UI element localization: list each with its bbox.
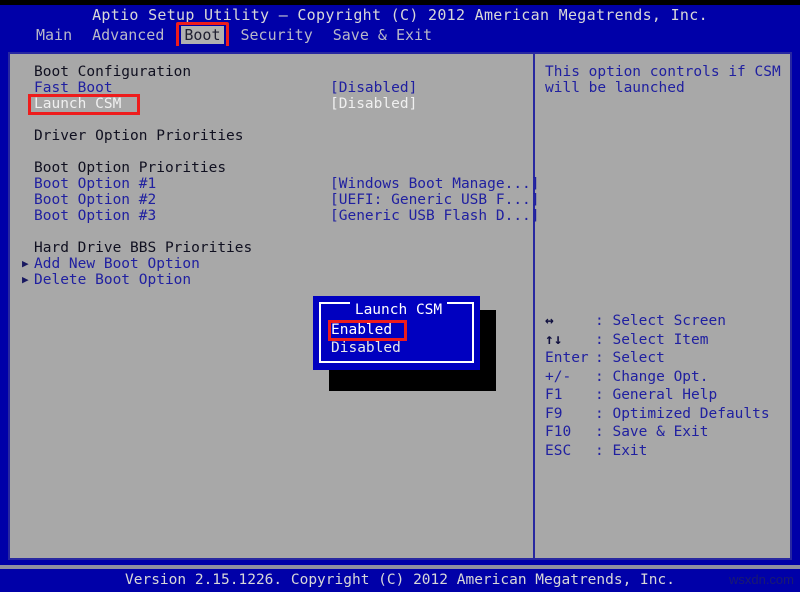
setting-row[interactable]: Hard Drive BBS Priorities [22, 240, 533, 256]
setting-row[interactable]: Boot Option #1[Windows Boot Manage...] [22, 176, 533, 192]
menu-tab-wrap-boot: Boot [181, 25, 223, 46]
menu-tab-wrap-advanced: Advanced [89, 25, 167, 46]
legend-action: Optimized Defaults [612, 405, 769, 424]
legend-action: Exit [612, 442, 647, 461]
setting-label: Add New Boot Option [34, 256, 200, 272]
section-heading: Boot Configuration [22, 64, 533, 80]
row-spacer [22, 144, 533, 160]
legend-action: Select Screen [612, 312, 726, 331]
setting-row[interactable]: Boot Option #3[Generic USB Flash D...] [22, 208, 533, 224]
setting-row[interactable]: Launch CSM [Disabled] [22, 96, 533, 112]
main-body: Boot ConfigurationFast Boot[Disabled]Lau… [0, 46, 800, 565]
tab-save-exit[interactable]: Save & Exit [330, 26, 435, 44]
legend-action: Save & Exit [612, 423, 708, 442]
setting-label: Hard Drive BBS Priorities [34, 240, 252, 256]
section-heading-label: Boot Option Priorities [34, 160, 226, 176]
section-heading-label: Boot Configuration [34, 64, 191, 80]
watermark: wsxdn.com [729, 572, 794, 588]
legend-key-icon: ↑↓ [545, 331, 595, 350]
legend-row: F1: General Help [545, 386, 785, 405]
row-spacer [22, 112, 533, 128]
legend-row: F10: Save & Exit [545, 423, 785, 442]
launch-csm-dialog: Launch CSM Enabled Disabled [313, 296, 480, 370]
legend-key-icon: ↔ [545, 312, 595, 331]
setting-row[interactable]: Fast Boot [Disabled] [22, 80, 533, 96]
legend-key: F9 [545, 405, 595, 424]
tab-boot[interactable]: Boot [181, 26, 223, 44]
legend-separator: : [595, 442, 612, 461]
setting-value[interactable]: [Disabled] [330, 80, 417, 96]
menu-bar: Main Advanced Boot Security Save & Exit [0, 25, 800, 46]
legend-key: +/- [545, 368, 595, 387]
legend-separator: : [595, 331, 612, 350]
legend-separator: : [595, 312, 612, 331]
setting-label: Boot Option #1 [34, 176, 156, 192]
dialog-option-enabled[interactable]: Enabled [331, 322, 392, 339]
dialog-frame: Launch CSM Enabled Disabled [319, 302, 474, 363]
legend-separator: : [595, 386, 612, 405]
window-title: Aptio Setup Utility – Copyright (C) 2012… [0, 5, 800, 25]
menu-tab-wrap-save-exit: Save & Exit [330, 25, 435, 46]
footer-separator [0, 565, 800, 569]
section-heading-label: Driver Option Priorities [34, 128, 244, 144]
dialog-title-text: Launch CSM [350, 302, 447, 318]
submenu-arrow-icon: ▶ [22, 272, 29, 288]
legend-action: General Help [612, 386, 717, 405]
menu-tab-wrap-security: Security [238, 25, 316, 46]
submenu-arrow-icon: ▶ [22, 256, 29, 272]
setting-value[interactable]: [Windows Boot Manage...] [330, 176, 540, 192]
legend-row: F9: Optimized Defaults [545, 405, 785, 424]
legend-separator: : [595, 423, 612, 442]
help-line: will be launched [545, 80, 790, 96]
dialog-title: Launch CSM [321, 302, 476, 318]
key-legend: ↔: Select Screen↑↓: Select ItemEnter: Se… [545, 312, 785, 460]
setting-row[interactable]: Boot Option #2[UEFI: Generic USB F...] [22, 192, 533, 208]
help-text: This option controls if CSMwill be launc… [545, 64, 790, 96]
tab-security[interactable]: Security [238, 26, 316, 44]
setting-value[interactable]: [Generic USB Flash D...] [330, 208, 540, 224]
legend-key: F10 [545, 423, 595, 442]
legend-row: +/-: Change Opt. [545, 368, 785, 387]
help-line: This option controls if CSM [545, 64, 790, 80]
legend-action: Select Item [612, 331, 708, 350]
setting-label: Launch CSM [34, 96, 121, 112]
setting-label: Fast Boot [34, 80, 113, 96]
legend-separator: : [595, 368, 612, 387]
legend-row: ↑↓: Select Item [545, 331, 785, 350]
legend-separator: : [595, 349, 612, 368]
footer-version: Version 2.15.1226. Copyright (C) 2012 Am… [0, 570, 800, 590]
legend-key: ESC [545, 442, 595, 461]
setting-value[interactable]: [Disabled] [330, 96, 417, 112]
legend-row: ESC: Exit [545, 442, 785, 461]
setting-row[interactable]: ▶ Delete Boot Option [22, 272, 533, 288]
legend-row: ↔: Select Screen [545, 312, 785, 331]
setting-label: Boot Option #2 [34, 192, 156, 208]
legend-row: Enter: Select [545, 349, 785, 368]
legend-key: F1 [545, 386, 595, 405]
row-spacer [22, 224, 533, 240]
legend-separator: : [595, 405, 612, 424]
setting-label: Delete Boot Option [34, 272, 191, 288]
menu-tab-wrap-main: Main [33, 25, 75, 46]
section-heading: Boot Option Priorities [22, 160, 533, 176]
tab-advanced[interactable]: Advanced [89, 26, 167, 44]
legend-key: Enter [545, 349, 595, 368]
legend-action: Select [612, 349, 664, 368]
tab-main[interactable]: Main [33, 26, 75, 44]
footer-bar: Version 2.15.1226. Copyright (C) 2012 Am… [0, 565, 800, 592]
bios-setup-screen: Aptio Setup Utility – Copyright (C) 2012… [0, 0, 800, 592]
setting-row[interactable]: ▶ Add New Boot Option [22, 256, 533, 272]
section-heading: Driver Option Priorities [22, 128, 533, 144]
legend-action: Change Opt. [612, 368, 708, 387]
dialog-option-disabled[interactable]: Disabled [331, 340, 401, 357]
setting-label: Boot Option #3 [34, 208, 156, 224]
right-help-pane: This option controls if CSMwill be launc… [535, 54, 790, 558]
setting-value[interactable]: [UEFI: Generic USB F...] [330, 192, 540, 208]
